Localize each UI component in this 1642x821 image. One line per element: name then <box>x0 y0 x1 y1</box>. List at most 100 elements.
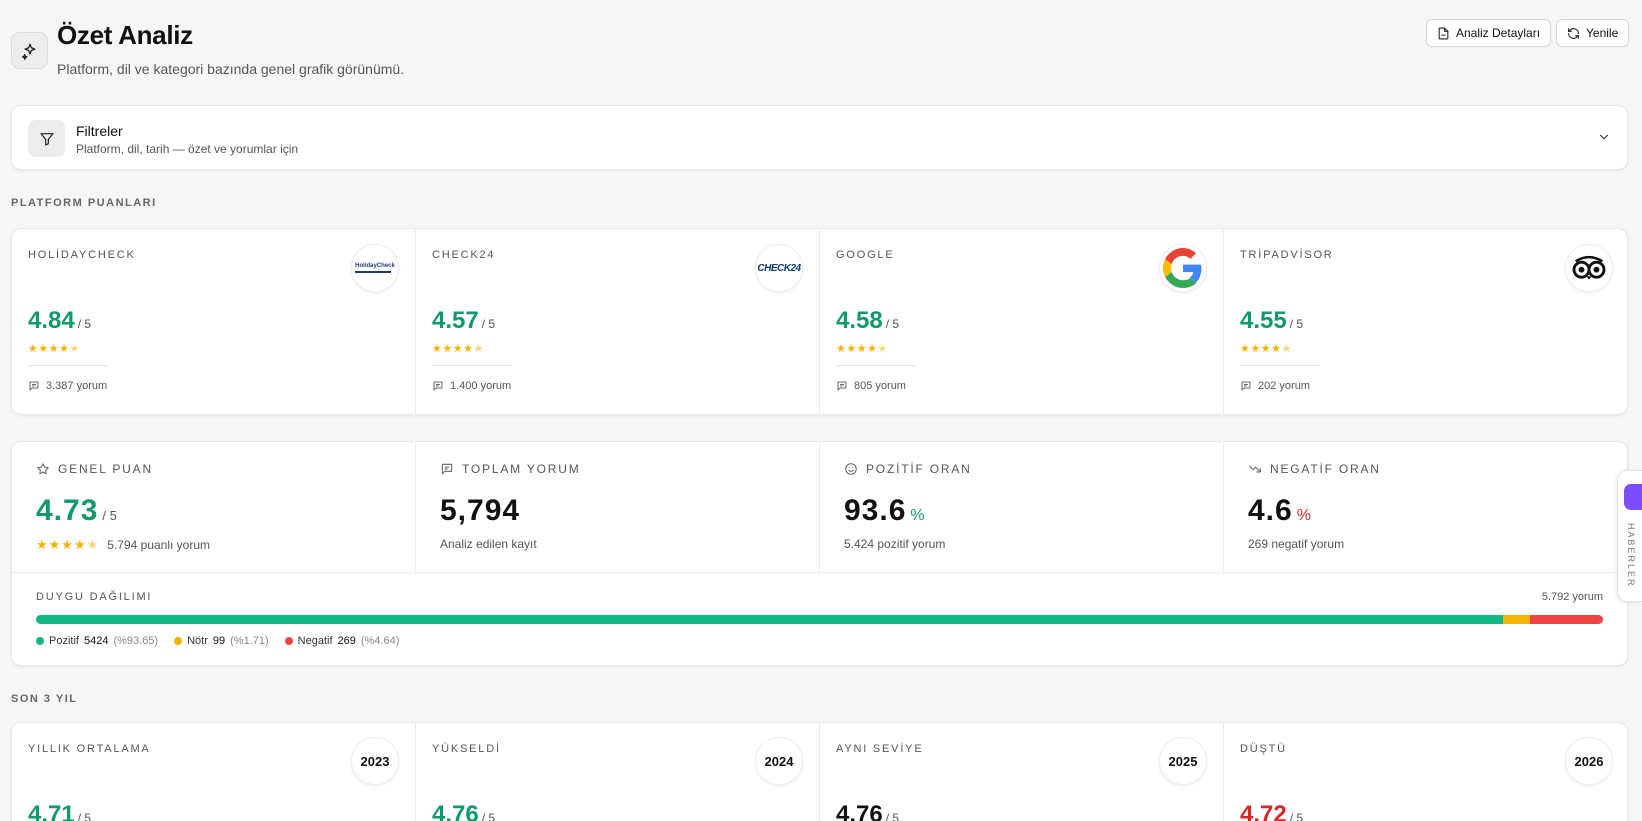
neutral-dot <box>174 637 183 645</box>
review-count: 805 yorum <box>836 380 906 392</box>
years-section-label: SON 3 YIL <box>11 693 78 705</box>
news-side-tab-label: HABERLER <box>1626 523 1636 588</box>
divider <box>28 365 108 366</box>
platform-name: GOOGLE <box>836 249 895 261</box>
overall-score-sub: ★★★★★ 5.794 puanlı yorum <box>36 537 211 552</box>
holidaycheck-logo: HolidayCheck <box>351 244 399 292</box>
page-subtitle: Platform, dil ve kategori bazında genel … <box>57 61 405 77</box>
sentiment-legend: Pozitif 5424 (%93.65) Nötr 99 (%1.71) Ne… <box>36 635 399 647</box>
legend-item-negative: Negatif 269 (%4.64) <box>284 635 399 647</box>
platform-name: HOLİDAYCHECK <box>28 249 136 261</box>
comment-icon <box>433 381 443 391</box>
filter-icon <box>28 120 65 157</box>
google-logo <box>1159 244 1207 292</box>
review-count: 1.400 yorum <box>432 380 511 392</box>
positive-ratio-sub: 5.424 pozitif yorum <box>844 537 946 551</box>
platform-card-google[interactable]: GOOGLE 4.58/ 5 ★★★★★ 805 yorum <box>820 229 1224 416</box>
platform-card-tripadvisor[interactable]: TRİPADVİSOR 4.55/ 5 ★★★★★ 202 yorum <box>1224 229 1629 416</box>
total-reviews-value: 5,794 <box>440 494 521 527</box>
platform-name: TRİPADVİSOR <box>1240 249 1334 261</box>
year-card-2023[interactable]: YILLIK ORTALAMA 2023 4.71/ 5 <box>12 723 416 821</box>
refresh-icon <box>1568 27 1579 39</box>
year-badge: 2024 <box>755 737 803 785</box>
star-rating: ★★★★★ <box>1240 343 1292 355</box>
platform-score: 4.57/ 5 <box>432 307 496 334</box>
negative-dot <box>284 637 293 645</box>
positive-ratio-value: 93.6% <box>844 494 925 527</box>
negative-ratio-value: 4.6% <box>1248 494 1311 527</box>
year-score: 4.72/ 5 <box>1240 801 1304 821</box>
comment-icon <box>1241 381 1251 391</box>
filters-title: Filtreler <box>76 123 123 139</box>
star-rating: ★★★★★ <box>432 343 484 355</box>
star-rating: ★★★★★ <box>836 343 888 355</box>
comment-icon <box>837 381 847 391</box>
sentiment-segment-positive <box>36 615 1504 624</box>
news-side-tab[interactable]: HABERLER <box>1617 470 1642 602</box>
smile-icon <box>845 463 857 475</box>
year-label: AYNI SEVİYE <box>836 743 924 755</box>
divider <box>836 365 916 366</box>
review-count: 3.387 yorum <box>28 380 107 392</box>
platform-card-check24[interactable]: CHECK24 CHECK24 4.57/ 5 ★★★★★ 1.400 yoru… <box>416 229 820 416</box>
check24-logo: CHECK24 <box>755 244 803 292</box>
legend-item-positive: Pozitif 5424 (%93.65) <box>36 635 158 647</box>
platform-scores-card: HOLİDAYCHECK HolidayCheck 4.84/ 5 ★★★★★ … <box>11 228 1629 416</box>
refresh-button[interactable]: Yenile <box>1556 19 1630 47</box>
year-score: 4.76/ 5 <box>836 801 900 821</box>
years-card: YILLIK ORTALAMA 2023 4.71/ 5 YÜKSELDİ 20… <box>11 722 1628 821</box>
sentiment-distribution-label: DUYGU DAĞILIMI <box>36 591 153 603</box>
star-outline-icon <box>37 463 49 475</box>
filters-subtitle: Platform, dil, tarih — özet ve yorumlar … <box>76 142 299 156</box>
legend-item-neutral: Nötr 99 (%1.71) <box>174 635 269 647</box>
total-reviews-label: TOPLAM YORUM <box>440 462 581 476</box>
tripadvisor-logo <box>1565 244 1613 292</box>
analysis-details-button[interactable]: Analiz Detayları <box>1426 19 1552 47</box>
platform-score: 4.58/ 5 <box>836 307 900 334</box>
divider <box>1240 365 1320 366</box>
year-card-2024[interactable]: YÜKSELDİ 2024 4.76/ 5 <box>416 723 820 821</box>
platform-score: 4.55/ 5 <box>1240 307 1304 334</box>
year-card-2026[interactable]: DÜŞTÜ 2026 4.72/ 5 <box>1224 723 1629 821</box>
overall-score-cell: GENEL PUAN 4.73/ 5 ★★★★★ 5.794 puanlı yo… <box>12 442 416 572</box>
year-label: YÜKSELDİ <box>432 743 501 755</box>
positive-ratio-cell: POZİTİF ORAN 93.6% 5.424 pozitif yorum <box>820 442 1224 572</box>
positive-dot <box>36 637 44 645</box>
positive-ratio-label: POZİTİF ORAN <box>844 462 972 476</box>
sentiment-distribution-bar <box>36 615 1603 624</box>
star-rating: ★★★★★ <box>36 537 100 552</box>
divider <box>12 572 1627 573</box>
platform-section-label: PLATFORM PUANLARI <box>11 197 157 209</box>
page-title: Özet Analiz <box>57 20 193 50</box>
platform-card-holidaycheck[interactable]: HOLİDAYCHECK HolidayCheck 4.84/ 5 ★★★★★ … <box>12 229 416 416</box>
year-label: DÜŞTÜ <box>1240 743 1287 755</box>
sentiment-segment-neutral <box>1503 615 1531 624</box>
filters-panel[interactable]: Filtreler Platform, dil, tarih — özet ve… <box>11 105 1628 170</box>
sparkle-icon <box>11 32 48 69</box>
sentiment-distribution-total: 5.792 yorum <box>1541 591 1603 603</box>
chevron-down-icon[interactable] <box>1597 130 1611 144</box>
trending-down-icon <box>1249 465 1261 473</box>
comment-icon <box>441 463 453 475</box>
year-badge: 2025 <box>1159 737 1207 785</box>
review-count: 202 yorum <box>1240 380 1310 392</box>
year-score: 4.71/ 5 <box>28 801 92 821</box>
total-reviews-cell: TOPLAM YORUM 5,794 Analiz edilen kayıt <box>416 442 820 572</box>
overall-score-label: GENEL PUAN <box>36 462 153 476</box>
year-card-2025[interactable]: AYNI SEVİYE 2025 4.76/ 5 <box>820 723 1224 821</box>
platform-name: CHECK24 <box>432 249 496 261</box>
page-header: Özet Analiz Platform, dil ve kategori ba… <box>0 0 1642 90</box>
year-badge: 2023 <box>351 737 399 785</box>
comment-icon <box>29 381 39 391</box>
negative-ratio-sub: 269 negatif yorum <box>1248 537 1345 551</box>
overall-score-value: 4.73/ 5 <box>36 494 117 527</box>
year-badge: 2026 <box>1565 737 1613 785</box>
sentiment-segment-negative <box>1530 615 1603 624</box>
total-reviews-sub: Analiz edilen kayıt <box>440 537 537 551</box>
summary-card: GENEL PUAN 4.73/ 5 ★★★★★ 5.794 puanlı yo… <box>11 441 1629 666</box>
year-label: YILLIK ORTALAMA <box>28 743 151 755</box>
year-score: 4.76/ 5 <box>432 801 496 821</box>
platform-score: 4.84/ 5 <box>28 307 92 334</box>
news-icon <box>1624 484 1642 510</box>
document-icon <box>1438 27 1449 39</box>
